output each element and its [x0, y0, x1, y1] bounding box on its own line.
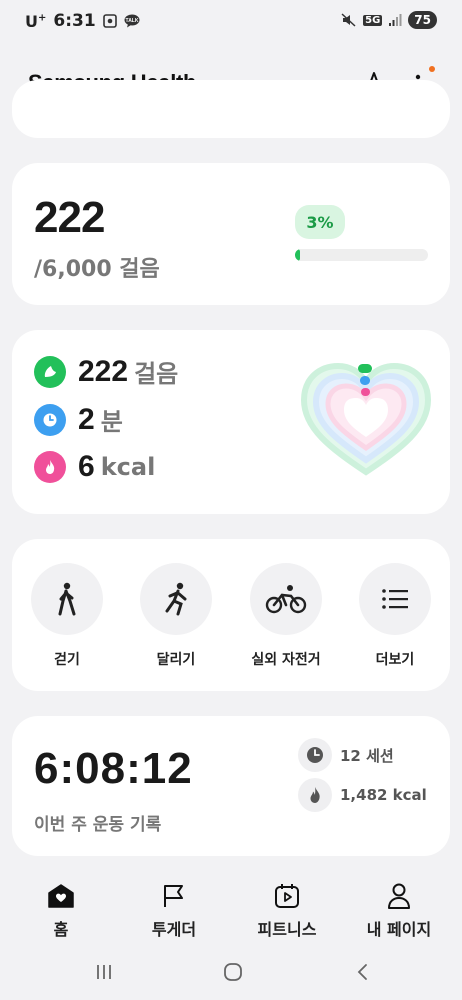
- shoe-icon: [34, 355, 66, 388]
- nav-my-page[interactable]: 내 페이지: [344, 882, 454, 940]
- weekly-sessions: 12 세션: [298, 738, 394, 772]
- carrier-plus: +: [38, 12, 47, 24]
- recent-apps-icon: [97, 965, 111, 979]
- activity-kcal-value: 6: [78, 450, 95, 483]
- weekly-sessions-text: 12 세션: [340, 746, 394, 765]
- workout-cycling-label: 실외 자전거: [251, 652, 321, 668]
- person-icon: [385, 882, 413, 910]
- nav-fitness-label: 피트니스: [257, 920, 317, 939]
- system-nav-bar: [0, 950, 462, 1000]
- activity-steps-value: 222: [78, 354, 129, 388]
- workout-walking-label: 걷기: [54, 652, 80, 668]
- list-icon: [359, 563, 431, 635]
- recent-apps-button[interactable]: [89, 960, 119, 984]
- steps-goal: /6,000 걸음: [34, 257, 160, 282]
- fitness-play-icon: [273, 882, 301, 910]
- mute-icon: [341, 13, 357, 27]
- clock-icon: [298, 738, 332, 772]
- activity-minutes-value: 2: [78, 402, 95, 436]
- battery-level: 75: [408, 11, 437, 29]
- activity-card[interactable]: 222 걸음 2 분 6 kcal: [12, 330, 450, 514]
- status-right: 5G 75: [341, 11, 437, 29]
- steps-progress-track: [295, 249, 428, 261]
- signal-icon: [388, 13, 402, 27]
- status-bar: U+ 6:31 TALK 5G 75: [0, 0, 462, 42]
- walking-icon: [31, 563, 103, 635]
- status-left: U+ 6:31 TALK: [25, 11, 140, 31]
- system-home-button[interactable]: [218, 960, 248, 984]
- cycling-icon: [250, 563, 322, 635]
- back-button[interactable]: [348, 960, 378, 984]
- weekly-calories: 1,482 kcal: [298, 778, 427, 812]
- weekly-calories-text: 1,482 kcal: [340, 786, 427, 804]
- clock: 6:31: [53, 11, 96, 31]
- steps-percent-badge: 3%: [295, 205, 345, 239]
- network-type: 5G: [363, 14, 383, 26]
- flame-icon: [34, 451, 66, 483]
- steps-progress-fill: [295, 249, 300, 261]
- nav-home[interactable]: 홈: [6, 882, 116, 940]
- activity-minutes-row: 2 분: [34, 402, 123, 437]
- screenshot-icon: [102, 14, 117, 28]
- activity-steps-unit: 걸음: [134, 360, 179, 388]
- running-icon: [140, 563, 212, 635]
- workout-walking[interactable]: 걷기: [12, 563, 122, 669]
- notification-dot: [429, 66, 435, 72]
- activity-kcal-unit: kcal: [100, 453, 156, 481]
- weekly-label: 이번 주 운동 기록: [34, 815, 162, 835]
- weekly-total-time: 6:08:12: [34, 744, 193, 793]
- carrier-name: U: [25, 11, 38, 31]
- workout-running[interactable]: 달리기: [121, 563, 231, 669]
- activity-kcal-row: 6 kcal: [34, 450, 155, 484]
- partial-card: [12, 80, 450, 138]
- activity-minutes-unit: 분: [100, 408, 123, 436]
- clock-icon: [34, 403, 66, 436]
- nav-together[interactable]: 투게더: [119, 882, 229, 940]
- nav-my-page-label: 내 페이지: [366, 920, 432, 939]
- bottom-nav: 홈 투게더 피트니스 내 페이지: [0, 868, 462, 948]
- workout-cycling[interactable]: 실외 자전거: [231, 563, 341, 669]
- workout-card: 걷기 달리기 실외 자전거 더보기: [12, 539, 450, 691]
- workout-more-label: 더보기: [375, 652, 415, 668]
- svg-text:TALK: TALK: [125, 18, 138, 24]
- flame-icon: [298, 778, 332, 812]
- steps-card[interactable]: 222 /6,000 걸음 3%: [12, 163, 450, 305]
- nav-home-label: 홈: [53, 920, 69, 939]
- steps-count: 222: [34, 193, 105, 242]
- activity-steps-row: 222 걸음: [34, 354, 178, 389]
- home-pill-icon: [224, 963, 242, 981]
- nav-together-label: 투게더: [151, 920, 197, 939]
- weekly-summary-card[interactable]: 6:08:12 이번 주 운동 기록 12 세션 1,482 kcal: [12, 716, 450, 856]
- activity-heart-rings: [300, 360, 432, 480]
- workout-running-label: 달리기: [156, 652, 196, 668]
- nav-fitness[interactable]: 피트니스: [232, 882, 342, 940]
- workout-more[interactable]: 더보기: [340, 563, 450, 669]
- home-icon: [47, 882, 75, 910]
- back-chevron-icon: [357, 964, 367, 980]
- talk-icon: TALK: [124, 14, 140, 28]
- flag-icon: [160, 882, 188, 910]
- carrier: U+: [25, 12, 46, 31]
